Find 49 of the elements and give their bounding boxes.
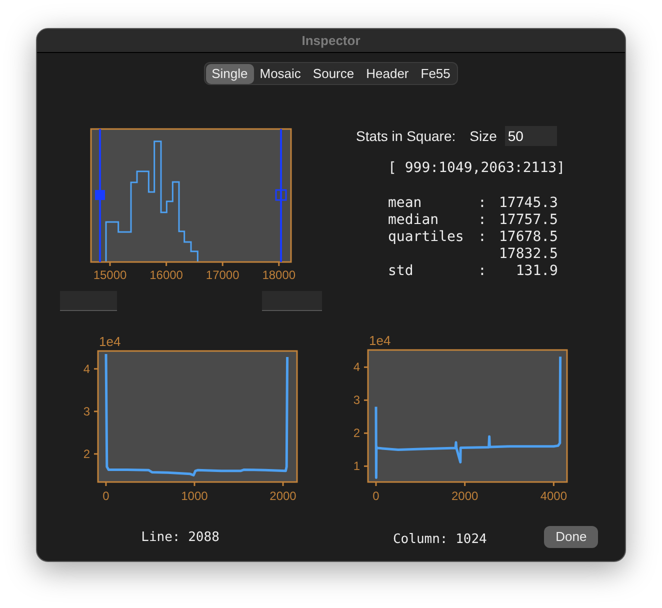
stat-value: 17832.5 [498, 246, 558, 263]
tab[interactable]: Fe55 [414, 64, 456, 84]
tick-label: 2000 [270, 489, 296, 503]
tick-label: 15000 [93, 268, 127, 280]
tick-label: 2 [353, 426, 360, 440]
stat-value: 17678.5 [498, 229, 558, 246]
tick-label: 2000 [451, 489, 478, 503]
tab[interactable]: Source [306, 64, 360, 84]
tick-label: 4 [83, 362, 90, 376]
stat-label: quartiles [388, 229, 464, 245]
region-text: [ 999:1049,2063:2113] [388, 160, 566, 177]
tick-label: 16000 [150, 268, 183, 280]
tab[interactable]: Mosaic [254, 64, 307, 84]
tick-label: 4 [353, 360, 360, 374]
stat-value: 17757.5 [498, 212, 558, 229]
done-button[interactable]: Done [544, 526, 598, 548]
stat-value: 17745.3 [498, 195, 558, 212]
tab[interactable]: Header [360, 64, 415, 84]
input-field[interactable] [60, 291, 117, 311]
size-field[interactable]: 50 [504, 126, 557, 146]
offset-label: 1e4 [369, 333, 391, 348]
separator: : [478, 195, 486, 211]
column-caption: Column: 1024 [392, 531, 487, 549]
stat-label: median [388, 212, 439, 228]
line-caption: Line: 2088 [141, 529, 220, 547]
stat-value: 131.9 [516, 263, 558, 280]
tick-label: 0 [102, 489, 110, 503]
separator: : [478, 229, 486, 245]
separator: : [478, 263, 486, 279]
tick-label: 1000 [181, 489, 208, 503]
offset-label: 1e4 [99, 334, 121, 349]
separator: : [478, 212, 486, 228]
tick-label: 1 [353, 459, 360, 474]
tick-label: 17000 [206, 268, 240, 280]
range-handle[interactable] [275, 129, 287, 262]
window-title: Inspector [302, 32, 360, 50]
tick-label: 3 [353, 393, 360, 408]
stats-title: Stats in Square: [356, 126, 456, 146]
tick-label: 0 [372, 489, 380, 503]
tick-label: 3 [83, 404, 90, 418]
size-label: Size [470, 126, 497, 146]
stat-label: std [388, 263, 414, 279]
stat-label: mean [388, 195, 422, 211]
tab[interactable]: Single [206, 64, 254, 84]
input-field[interactable] [262, 291, 322, 311]
range-handle[interactable] [95, 129, 105, 262]
tick-label: 18000 [262, 268, 296, 280]
tick-label: 4000 [540, 489, 568, 503]
tick-label: 2 [83, 446, 90, 461]
